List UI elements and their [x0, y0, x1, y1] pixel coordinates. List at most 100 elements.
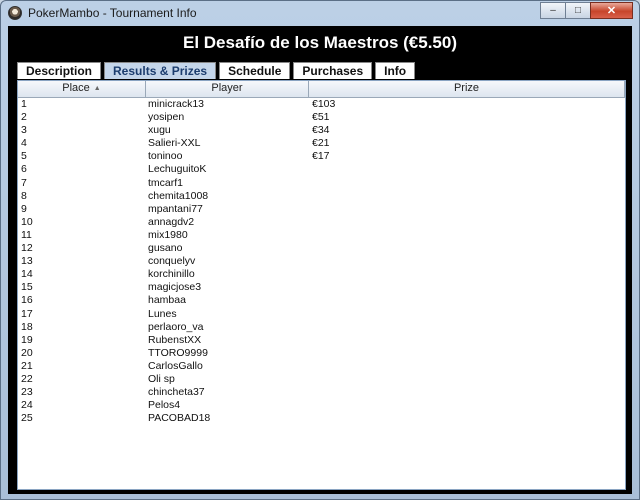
tab-purchases[interactable]: Purchases: [293, 62, 373, 79]
prize-cell: €51: [312, 111, 330, 124]
prize-cell: [309, 412, 625, 425]
table-row[interactable]: 2 yosipen €51: [18, 111, 625, 124]
player-cell: xugu: [148, 124, 171, 137]
prize-cell: [309, 386, 625, 399]
prize-cell: [309, 347, 625, 360]
table-row[interactable]: 9 mpantani77: [18, 203, 625, 216]
table-row[interactable]: 11 mix1980: [18, 229, 625, 242]
prize-cell: [309, 203, 625, 216]
table-row[interactable]: 3 xugu €34: [18, 124, 625, 137]
player-cell: mix1980: [148, 228, 188, 241]
prize-cell: [309, 294, 625, 307]
place-cell: 12: [21, 242, 33, 255]
place-cell: 5: [21, 150, 27, 163]
player-cell: Lunes: [148, 307, 177, 320]
table-row[interactable]: 1 minicrack13 €103: [18, 98, 625, 111]
player-cell: korchinillo: [148, 268, 195, 281]
pokermambo-app-icon: [8, 6, 22, 20]
tab-bar: Description Results & Prizes Schedule Pu…: [17, 62, 418, 79]
prize-cell: [309, 334, 625, 347]
results-table: Place ▲ Player Prize 1 minicrack13 €103 2 yos…: [17, 80, 626, 490]
table-row[interactable]: 25 PACOBAD18: [18, 412, 625, 425]
tab-description[interactable]: Description: [17, 62, 102, 79]
column-header-prize[interactable]: Prize: [309, 81, 625, 97]
tab-schedule[interactable]: Schedule: [219, 62, 291, 79]
prize-cell: [309, 216, 625, 229]
place-cell: 19: [21, 333, 33, 346]
player-cell: mpantani77: [148, 202, 203, 215]
prize-cell: €21: [312, 137, 330, 150]
client-area: El Desafío de los Maestros (€5.50) Descr…: [8, 26, 632, 494]
prize-cell: [309, 399, 625, 412]
table-row[interactable]: 7 tmcarf1: [18, 177, 625, 190]
table-row[interactable]: 13 conquelyv: [18, 255, 625, 268]
place-cell: 15: [21, 281, 33, 294]
column-header-player[interactable]: Player: [146, 81, 309, 97]
player-cell: yosipen: [148, 111, 185, 124]
table-row[interactable]: 16 hambaa: [18, 294, 625, 307]
place-cell: 14: [21, 268, 33, 281]
player-cell: RubenstXX: [148, 333, 202, 346]
player-cell: perlaoro_va: [148, 320, 204, 333]
table-row[interactable]: 14 korchinillo: [18, 268, 625, 281]
tab-info[interactable]: Info: [375, 62, 416, 79]
tournament-info-window: PokerMambo - Tournament Info ‒ □ ✕ El De…: [0, 0, 640, 500]
table-row[interactable]: 8 chemita1008: [18, 190, 625, 203]
close-button[interactable]: ✕: [590, 2, 633, 19]
place-cell: 3: [21, 124, 27, 137]
place-cell: 1: [21, 98, 27, 110]
window-title: PokerMambo - Tournament Info: [28, 6, 197, 20]
table-row[interactable]: 12 gusano: [18, 242, 625, 255]
maximize-button[interactable]: □: [565, 2, 591, 19]
place-cell: 7: [21, 176, 27, 189]
place-cell: 20: [21, 346, 33, 359]
player-cell: chemita1008: [148, 189, 209, 202]
table-row[interactable]: 4 Salieri-XXL €21: [18, 137, 625, 150]
table-row[interactable]: 6 LechuguitoK: [18, 163, 625, 176]
place-cell: 6: [21, 163, 27, 176]
place-cell: 4: [21, 137, 27, 150]
place-cell: 11: [21, 228, 32, 241]
table-row[interactable]: 15 magicjose3: [18, 281, 625, 294]
prize-cell: €17: [312, 150, 330, 163]
player-cell: minicrack13: [148, 98, 205, 110]
table-row[interactable]: 22 Oli sp: [18, 373, 625, 386]
player-cell: CarlosGallo: [148, 359, 203, 372]
place-cell: 16: [21, 294, 33, 307]
prize-cell: [309, 308, 625, 321]
sort-ascending-icon: ▲: [93, 85, 101, 92]
tab-results-prizes[interactable]: Results & Prizes: [104, 62, 217, 79]
table-row[interactable]: 17 Lunes: [18, 308, 625, 321]
tournament-heading: El Desafío de los Maestros (€5.50): [183, 33, 457, 52]
table-row[interactable]: 20 TTORO9999: [18, 347, 625, 360]
table-row[interactable]: 5 toninoo €17: [18, 150, 625, 163]
table-row[interactable]: 24 Pelos4: [18, 399, 625, 412]
place-cell: 18: [21, 320, 33, 333]
table-header: Place ▲ Player Prize: [18, 81, 625, 98]
player-cell: chincheta37: [148, 386, 205, 399]
table-row[interactable]: 10 annagdv2: [18, 216, 625, 229]
place-cell: 21: [21, 359, 33, 372]
column-header-place[interactable]: Place ▲: [18, 81, 146, 97]
table-row[interactable]: 21 CarlosGallo: [18, 360, 625, 373]
place-cell: 13: [21, 255, 33, 268]
minimize-button[interactable]: ‒: [540, 2, 566, 19]
place-cell: 23: [21, 386, 33, 399]
prize-cell: [309, 229, 625, 242]
place-cell: 24: [21, 399, 33, 412]
prize-cell: [309, 268, 625, 281]
place-cell: 2: [21, 111, 27, 124]
player-cell: magicjose3: [148, 281, 202, 294]
player-cell: PACOBAD18: [148, 412, 211, 425]
table-row[interactable]: 18 perlaoro_va: [18, 321, 625, 334]
prize-cell: €103: [312, 98, 336, 110]
player-cell: toninoo: [148, 150, 183, 163]
player-cell: gusano: [148, 242, 183, 255]
table-row[interactable]: 23 chincheta37: [18, 386, 625, 399]
window-controls: ‒ □ ✕: [540, 2, 633, 19]
prize-cell: €34: [312, 124, 330, 137]
table-row[interactable]: 19 RubenstXX: [18, 334, 625, 347]
player-cell: TTORO9999: [148, 346, 208, 359]
player-cell: Salieri-XXL: [148, 137, 201, 150]
title-bar[interactable]: PokerMambo - Tournament Info ‒ □ ✕: [1, 1, 639, 25]
